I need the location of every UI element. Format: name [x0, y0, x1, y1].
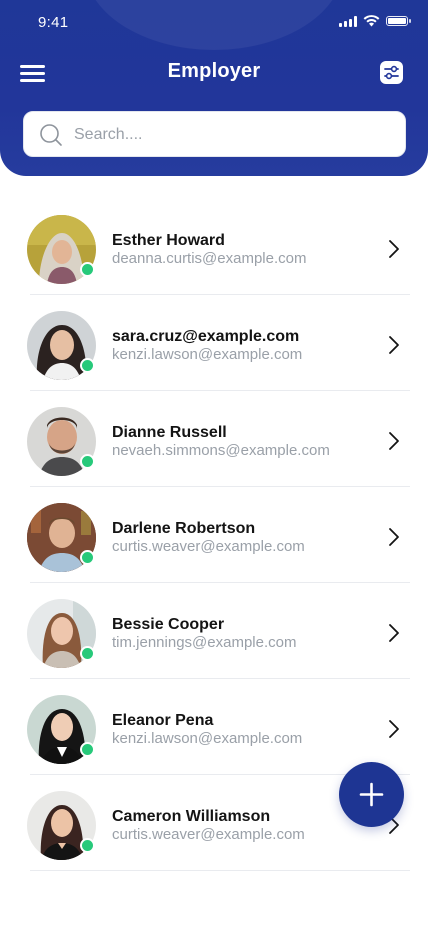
wifi-icon: [363, 15, 380, 27]
employee-email: curtis.weaver@example.com: [112, 826, 305, 843]
signal-icon: [339, 15, 357, 27]
employee-email: tim.jennings@example.com: [112, 634, 297, 651]
chevron-right-icon: [389, 720, 399, 738]
online-status-dot: [80, 838, 95, 853]
battery-icon: [386, 16, 411, 26]
employee-email: deanna.curtis@example.com: [112, 250, 307, 267]
plus-icon: [359, 782, 384, 807]
employee-row[interactable]: Darlene Robertson curtis.weaver@example.…: [0, 487, 428, 583]
employee-name: Dianne Russell: [112, 424, 227, 441]
employee-email: curtis.weaver@example.com: [112, 538, 305, 555]
chevron-right-icon: [389, 528, 399, 546]
employee-name: Darlene Robertson: [112, 520, 256, 537]
employee-email: nevaeh.simmons@example.com: [112, 442, 330, 459]
status-time: 9:41: [38, 14, 69, 31]
status-bar: 9:41: [0, 0, 428, 44]
chevron-right-icon: [389, 240, 399, 258]
chevron-right-icon: [389, 336, 399, 354]
filter-sliders-icon: [384, 65, 399, 80]
chevron-right-icon: [389, 432, 399, 450]
filter-button[interactable]: [380, 61, 403, 84]
online-status-dot: [80, 646, 95, 661]
employee-name: Eleanor Pena: [112, 712, 214, 729]
employee-row[interactable]: Dianne Russell nevaeh.simmons@example.co…: [0, 391, 428, 487]
online-status-dot: [80, 454, 95, 469]
app-header: 9:41 Employer: [0, 0, 428, 176]
employee-email: kenzi.lawson@example.com: [112, 346, 303, 363]
employee-name: sara.cruz@example.com: [112, 328, 300, 345]
add-employee-button[interactable]: [339, 762, 404, 827]
employee-email: kenzi.lawson@example.com: [112, 730, 303, 747]
chevron-right-icon: [389, 624, 399, 642]
search-icon: [40, 124, 62, 146]
online-status-dot: [80, 550, 95, 565]
employee-name: Esther Howard: [112, 232, 225, 249]
employee-row[interactable]: Bessie Cooper tim.jennings@example.com: [0, 583, 428, 679]
employee-name: Cameron Williamson: [112, 808, 271, 825]
employee-row[interactable]: sara.cruz@example.com kenzi.lawson@examp…: [0, 295, 428, 391]
search-bar[interactable]: [23, 111, 406, 157]
employee-name: Bessie Cooper: [112, 616, 225, 633]
search-input[interactable]: [72, 120, 396, 150]
employee-row[interactable]: Esther Howard deanna.curtis@example.com: [0, 199, 428, 295]
page-title: Employer: [167, 60, 261, 82]
online-status-dot: [80, 262, 95, 277]
status-icons: [339, 15, 411, 27]
online-status-dot: [80, 742, 95, 757]
online-status-dot: [80, 358, 95, 373]
employee-row[interactable]: Eleanor Pena kenzi.lawson@example.com: [0, 679, 428, 775]
row-divider: [30, 870, 410, 871]
